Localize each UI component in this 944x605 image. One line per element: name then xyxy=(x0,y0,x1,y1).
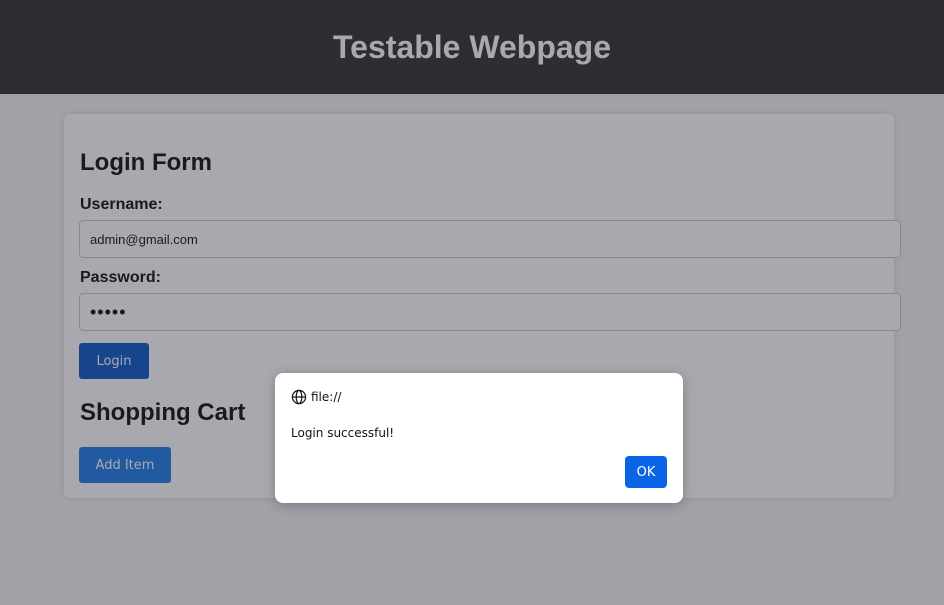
alert-dialog: file:// Login successful! OK xyxy=(275,373,683,503)
dialog-origin: file:// xyxy=(291,389,341,405)
globe-icon xyxy=(291,389,307,405)
modal-backdrop xyxy=(0,0,944,605)
dialog-ok-button[interactable]: OK xyxy=(625,456,667,488)
dialog-origin-text: file:// xyxy=(311,390,342,404)
dialog-message: Login successful! xyxy=(291,426,395,440)
